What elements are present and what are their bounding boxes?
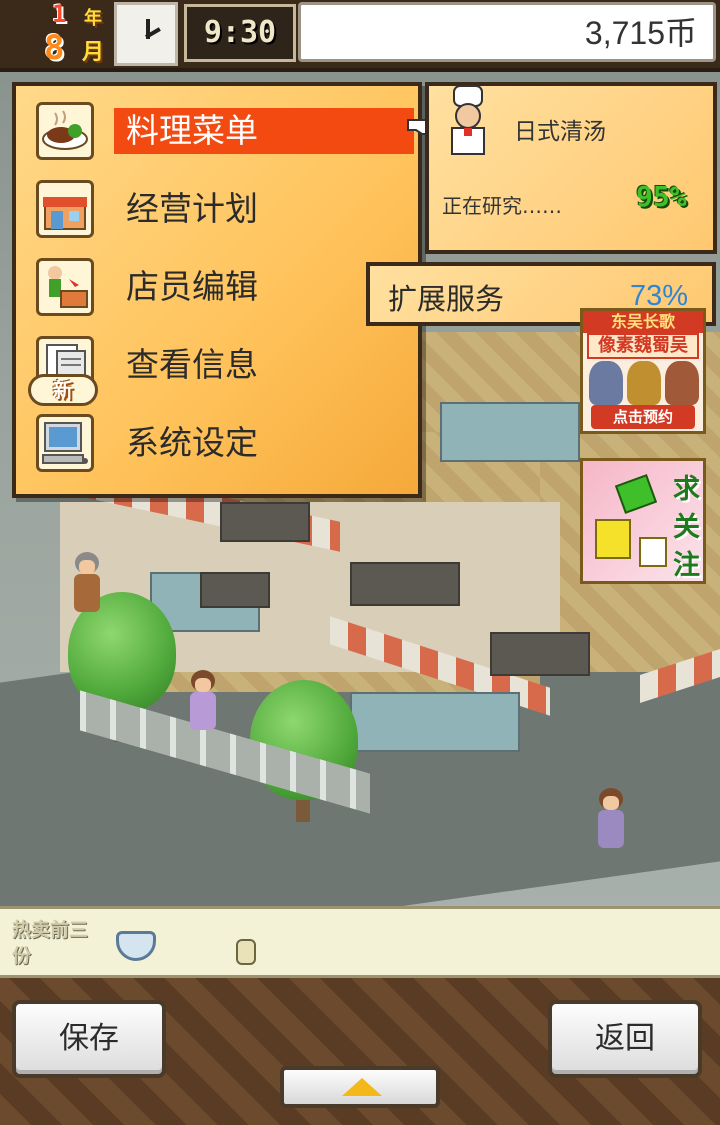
menu-label-view-info: 查看信息 (126, 345, 258, 384)
clock-icon (114, 2, 178, 66)
expand-service-label: 扩展服务 (388, 282, 505, 316)
customer-npc-3 (594, 788, 628, 848)
research-status: 正在研究…… (442, 194, 562, 218)
menu-item-cooking[interactable]: 料理菜单 (30, 102, 414, 164)
window-2 (350, 692, 520, 752)
money-counter: 3,715币 (298, 2, 716, 62)
computer-icon (36, 414, 94, 472)
main-menu: 料理菜单 经营计划 店员编辑 查看信息 新 系统设定 (12, 82, 422, 498)
year-value: 1 (52, 0, 67, 28)
ad-banner-three-kingdoms[interactable]: 东吴长歌 像素魏蜀吴 点击预约 (580, 308, 706, 434)
menu-label-cooking: 料理菜单 (114, 108, 414, 154)
top-hud: 1 年 8 月 9:30 3,715币 (0, 0, 720, 72)
ad-banner-follow[interactable]: 求 关 注 (580, 458, 706, 584)
dish-icon (36, 102, 94, 160)
warrior-icon-2 (627, 361, 661, 405)
table (220, 502, 310, 542)
triangle-up-icon (342, 1078, 382, 1096)
new-badge: 新 (28, 374, 98, 406)
menu-item-staff-edit[interactable]: 店员编辑 (30, 258, 410, 320)
bestseller-label: 热卖前三份 (12, 919, 89, 967)
soup-bowl-icon (116, 931, 156, 961)
menu-label-business-plan: 经营计划 (126, 189, 258, 228)
expand-toggle-button[interactable] (280, 1066, 440, 1108)
ad1-reserve-button[interactable]: 点击预约 (591, 405, 695, 429)
ad2-char-3: 注 (673, 550, 700, 581)
research-dish-name: 日式清汤 (514, 119, 606, 145)
chef-icon (451, 85, 485, 155)
customer-npc (70, 552, 104, 612)
ad2-char-1: 求 (673, 474, 700, 505)
research-progress: 95% (636, 180, 687, 213)
menu-item-business-plan[interactable]: 经营计划 (30, 180, 410, 242)
window-3 (440, 402, 580, 462)
customer-npc-2 (186, 670, 220, 730)
ad1-title: 东吴长歌 (583, 311, 703, 333)
pixel-gift-icon (639, 537, 667, 567)
menu-label-staff-edit: 店员编辑 (126, 267, 258, 306)
ad1-subtitle: 像素魏蜀吴 (587, 333, 699, 359)
shop-icon (36, 180, 94, 238)
warrior-icon-3 (665, 361, 699, 405)
table-4 (200, 572, 270, 608)
pixel-block-icon (614, 474, 658, 514)
table-3 (490, 632, 590, 676)
month-value: 8 (44, 28, 65, 68)
ad2-char-2: 关 (673, 512, 700, 543)
pixel-face-icon (595, 519, 631, 559)
warrior-icon (589, 361, 623, 405)
bestseller-bar: 热卖前三份 (0, 906, 720, 978)
back-button[interactable]: 返回 (548, 1000, 702, 1078)
coin-icon (236, 939, 256, 965)
staff-icon (36, 258, 94, 316)
month-unit: 月 (82, 40, 105, 65)
game-time: 9:30 (184, 4, 296, 62)
menu-item-system-settings[interactable]: 系统设定 (30, 414, 410, 476)
menu-label-system-settings: 系统设定 (126, 423, 258, 462)
save-button[interactable]: 保存 (12, 1000, 166, 1078)
table-2 (350, 562, 460, 606)
year-unit: 年 (84, 8, 102, 29)
calendar: 1 年 8 月 (4, 0, 110, 68)
